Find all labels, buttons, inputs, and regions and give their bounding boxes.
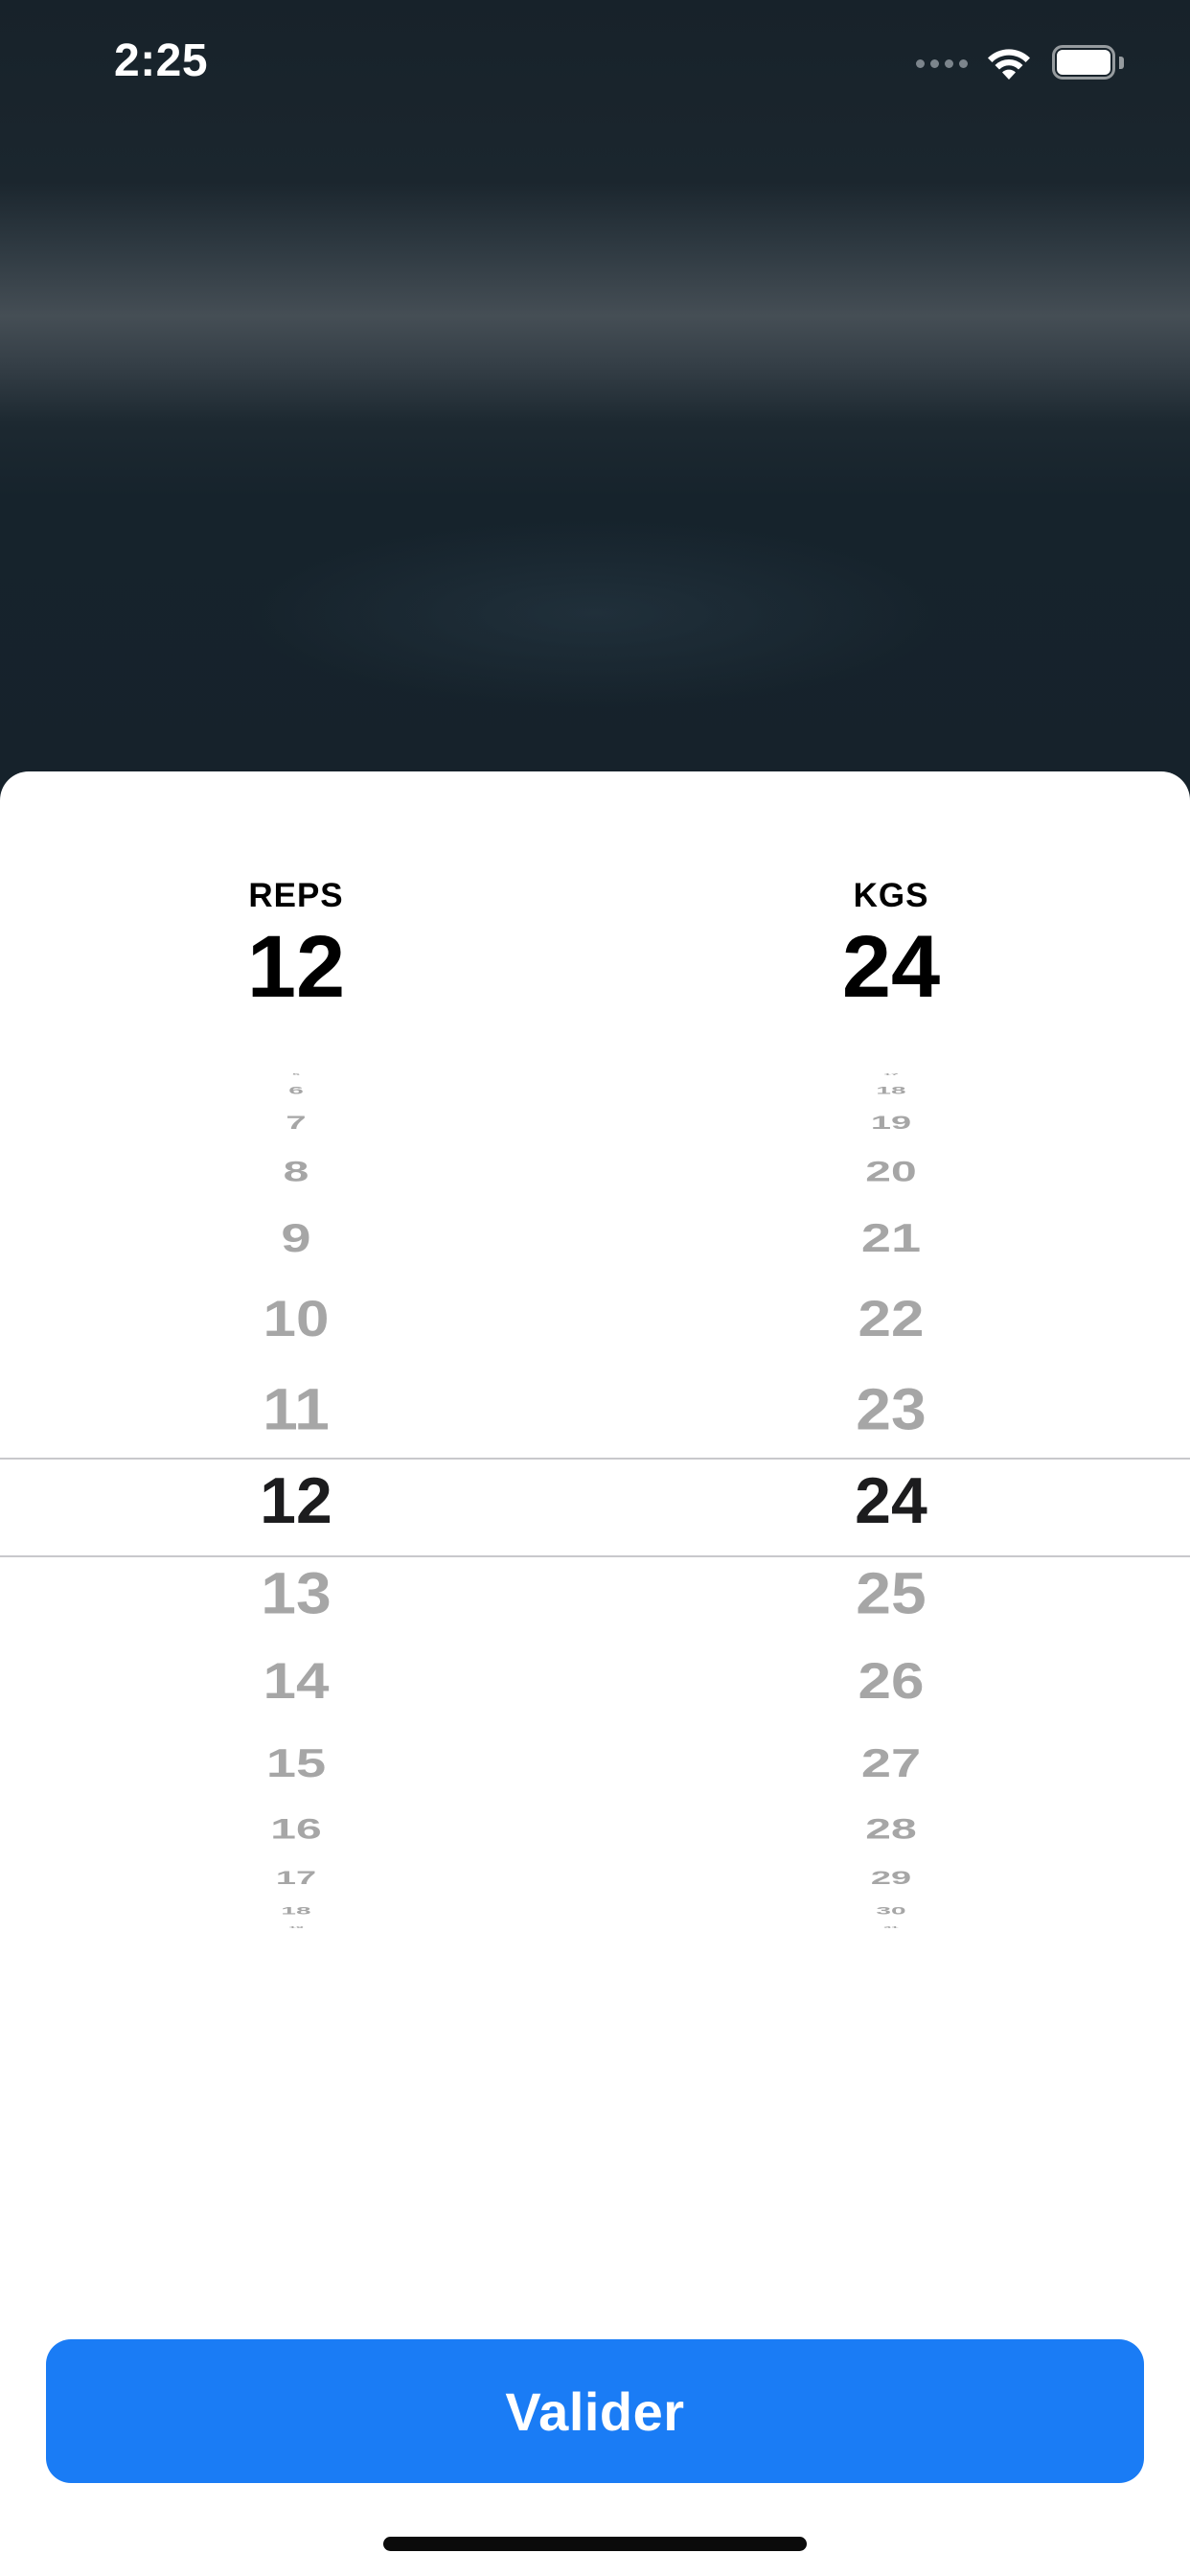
reps-wheel-row[interactable]: 19 bbox=[152, 1925, 440, 1928]
status-time: 2:25 bbox=[114, 35, 209, 86]
kgs-wheel-row[interactable]: 17 bbox=[747, 1072, 1035, 1075]
kgs-label: KGS bbox=[853, 877, 929, 914]
reps-wheel-row[interactable]: 8 bbox=[152, 1158, 440, 1186]
kgs-wheel[interactable]: 17 18 19 20 21 22 23 24 25 26 27 28 29 30 31 bbox=[747, 1072, 1035, 1938]
kgs-wheel-row[interactable]: 29 bbox=[747, 1870, 1035, 1888]
kgs-wheel-row[interactable]: 26 bbox=[747, 1656, 1035, 1708]
kgs-wheel-row[interactable]: 21 bbox=[747, 1218, 1035, 1257]
kgs-wheel-row[interactable]: 27 bbox=[747, 1743, 1035, 1782]
status-icons bbox=[916, 42, 1125, 84]
reps-kgs-picker[interactable]: 5 6 7 8 9 10 11 12 13 14 15 16 17 18 19 17 18 19 20 21 22 23… bbox=[0, 1072, 1190, 1938]
battery-icon bbox=[1052, 45, 1125, 81]
picker-sheet: REPS 12 KGS 24 5 6 7 8 9 10 11 12 13 14 15 16 17 18 19… bbox=[0, 771, 1190, 2576]
reps-wheel-row[interactable]: 17 bbox=[152, 1870, 440, 1888]
reps-wheel-row[interactable]: 9 bbox=[152, 1218, 440, 1257]
status-bar: 2:25 bbox=[0, 0, 1190, 128]
kgs-wheel-row[interactable]: 18 bbox=[747, 1085, 1035, 1096]
validate-button[interactable]: Valider bbox=[46, 2339, 1144, 2483]
cellular-signal-icon bbox=[916, 58, 968, 68]
kgs-wheel-row[interactable]: 23 bbox=[747, 1379, 1035, 1438]
kgs-wheel-row[interactable]: 19 bbox=[747, 1115, 1035, 1133]
reps-wheel-row[interactable]: 14 bbox=[152, 1656, 440, 1708]
reps-wheel[interactable]: 5 6 7 8 9 10 11 12 13 14 15 16 17 18 19 bbox=[152, 1072, 440, 1938]
reps-wheel-row[interactable]: 6 bbox=[152, 1085, 440, 1096]
reps-wheel-row[interactable]: 11 bbox=[152, 1379, 440, 1438]
reps-wheel-row[interactable]: 13 bbox=[152, 1563, 440, 1622]
home-indicator bbox=[383, 2537, 807, 2551]
kgs-wheel-selected-row[interactable]: 24 bbox=[747, 1468, 1035, 1533]
kgs-value: 24 bbox=[841, 918, 941, 1016]
kgs-wheel-row[interactable]: 20 bbox=[747, 1158, 1035, 1186]
wifi-icon bbox=[988, 49, 1030, 80]
reps-label: REPS bbox=[248, 877, 344, 914]
kgs-wheel-row[interactable]: 28 bbox=[747, 1815, 1035, 1844]
kgs-wheel-row[interactable]: 25 bbox=[747, 1563, 1035, 1622]
reps-wheel-row[interactable]: 16 bbox=[152, 1815, 440, 1844]
reps-wheel-row[interactable]: 15 bbox=[152, 1743, 440, 1782]
kgs-header: KGS 24 bbox=[747, 875, 1035, 1015]
reps-wheel-row[interactable]: 5 bbox=[152, 1072, 440, 1075]
reps-wheel-row[interactable]: 10 bbox=[152, 1294, 440, 1346]
reps-header: REPS 12 bbox=[152, 875, 440, 1015]
reps-wheel-row[interactable]: 18 bbox=[152, 1905, 440, 1917]
kgs-wheel-row[interactable]: 31 bbox=[747, 1925, 1035, 1928]
kgs-wheel-row[interactable]: 30 bbox=[747, 1905, 1035, 1917]
kgs-wheel-row[interactable]: 22 bbox=[747, 1294, 1035, 1346]
reps-wheel-row[interactable]: 7 bbox=[152, 1115, 440, 1133]
reps-wheel-selected-row[interactable]: 12 bbox=[152, 1468, 440, 1533]
reps-value: 12 bbox=[246, 918, 346, 1016]
